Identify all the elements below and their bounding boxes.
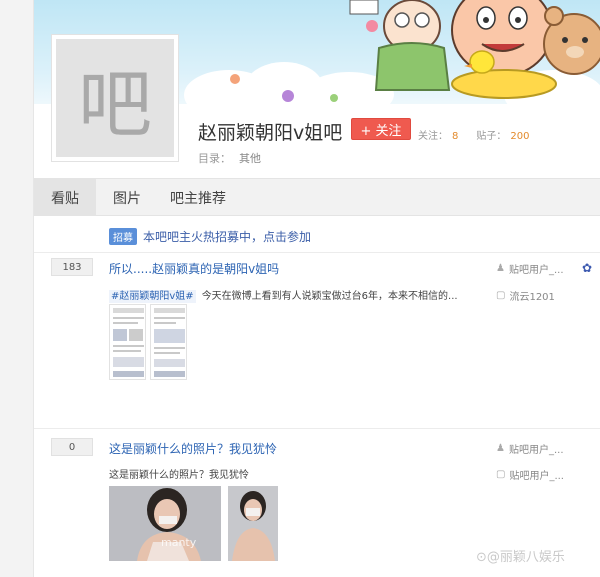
thread-author[interactable]: ♟ 贴吧用户_... bbox=[496, 441, 564, 456]
forum-title[interactable]: 赵丽颖朝阳v姐吧 bbox=[198, 118, 342, 145]
tab-images[interactable]: 图片 bbox=[96, 179, 158, 216]
catalog-label: 目录： bbox=[198, 152, 231, 165]
source-watermark: ⊙@丽颖八娱乐 bbox=[476, 550, 565, 565]
thread-last-reply[interactable]: ▢ 贴吧用户_... bbox=[496, 467, 564, 482]
thread-image-thumbnail[interactable] bbox=[109, 304, 146, 380]
follow-stat-label: 关注： bbox=[418, 131, 448, 142]
phone-screenshot-preview bbox=[154, 308, 185, 377]
tab-posts[interactable]: 看贴 bbox=[34, 179, 96, 216]
forum-avatar[interactable]: 吧 bbox=[51, 34, 179, 162]
thread-topic-tag[interactable]: #赵丽颖朝阳v姐# bbox=[109, 290, 196, 303]
portrait-photo bbox=[109, 486, 221, 561]
divider bbox=[34, 428, 600, 429]
follow-count: 8 bbox=[452, 131, 459, 142]
phone-screenshot-preview bbox=[113, 308, 144, 377]
forum-stats: 关注： 8 贴子： 200 bbox=[418, 127, 547, 142]
thread-title-link[interactable]: 这是丽颖什么的照片？我见犹怜 bbox=[109, 440, 277, 457]
thread-abstract: 这是丽颖什么的照片？我见犹怜 bbox=[109, 470, 249, 481]
thread-reply-count: 183 bbox=[51, 258, 93, 276]
forum-page: 吧 赵丽颖朝阳v姐吧 + 关注 关注： 8 贴子： 200 目录： 其他 看贴 图片 吧… bbox=[33, 0, 600, 577]
thread-author-name: 贴吧用户_... bbox=[508, 445, 564, 456]
crown-icon: ✿ bbox=[582, 261, 593, 275]
recruit-badge: 招募 bbox=[109, 228, 137, 245]
forum-tabs: 看贴 图片 吧主推荐 bbox=[34, 178, 600, 216]
thread-abstract-text: 今天在微博上看到有人说颖宝做过台6年，本来不相信的... bbox=[201, 291, 458, 302]
user-icon: ♟ bbox=[496, 263, 505, 274]
portrait-photo bbox=[228, 486, 278, 561]
recruit-banner[interactable]: 招募 本吧吧主火热招募中，点击参加 bbox=[109, 228, 311, 245]
forum-catalog: 目录： 其他 bbox=[198, 150, 261, 166]
thread-abstract: #赵丽颖朝阳v姐# 今天在微博上看到有人说颖宝做过台6年，本来不相信的... bbox=[109, 287, 458, 303]
post-stat-label: 贴子： bbox=[476, 131, 507, 142]
thread-author-name: 贴吧用户_... bbox=[508, 265, 564, 276]
comment-icon: ▢ bbox=[496, 290, 506, 301]
comment-icon: ▢ bbox=[496, 469, 506, 480]
thread-last-reply-name: 贴吧用户_... bbox=[509, 471, 564, 482]
avatar-placeholder-char: 吧 bbox=[56, 39, 174, 157]
catalog-value[interactable]: 其他 bbox=[239, 152, 261, 165]
thread-image-thumbnail[interactable] bbox=[150, 304, 187, 380]
thread-photo[interactable]: manty bbox=[109, 486, 221, 561]
post-count: 200 bbox=[510, 131, 530, 142]
photo-caption: manty bbox=[161, 536, 197, 549]
thread-photo[interactable] bbox=[228, 486, 278, 561]
divider bbox=[34, 252, 600, 253]
thread-last-reply-name: 流云1201 bbox=[509, 292, 555, 303]
follow-button[interactable]: + 关注 bbox=[351, 118, 411, 140]
thread-reply-count: 0 bbox=[51, 438, 93, 456]
recruit-link[interactable]: 本吧吧主火热招募中，点击参加 bbox=[143, 228, 311, 245]
thread-title-link[interactable]: 所以.....赵丽颖真的是朝阳v姐吗 bbox=[109, 260, 279, 277]
thread-last-reply[interactable]: ▢ 流云1201 bbox=[496, 288, 555, 303]
tab-owner-recommend[interactable]: 吧主推荐 bbox=[158, 179, 238, 216]
thread-author[interactable]: ♟ 贴吧用户_... bbox=[496, 261, 564, 276]
user-icon: ♟ bbox=[496, 443, 505, 454]
